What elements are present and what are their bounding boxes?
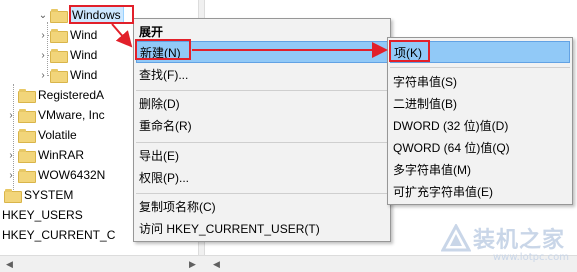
- tree-node[interactable]: › Wind: [38, 25, 97, 45]
- folder-icon: [18, 109, 36, 123]
- tree-node[interactable]: HKEY_CURRENT_C: [2, 225, 115, 245]
- submenu-item-multi-string-value[interactable]: 多字符串值(M): [390, 159, 570, 181]
- expand-chevron-icon[interactable]: ›: [38, 70, 48, 81]
- folder-icon: [18, 149, 36, 163]
- tree-node[interactable]: › VMware, Inc: [6, 105, 105, 125]
- submenu-item-dword-value[interactable]: DWORD (32 位)值(D): [390, 115, 570, 137]
- expand-chevron-icon[interactable]: ›: [6, 150, 16, 161]
- submenu-item-qword-value[interactable]: QWORD (64 位)值(Q): [390, 137, 570, 159]
- menu-item-find[interactable]: 查找(F)...: [136, 64, 388, 86]
- tree-node[interactable]: RegisteredA: [6, 85, 104, 105]
- expand-chevron-icon[interactable]: ›: [0, 190, 2, 201]
- folder-icon: [50, 29, 68, 43]
- menu-separator: [136, 193, 388, 194]
- menu-item-visit[interactable]: 访问 HKEY_CURRENT_USER(T): [136, 218, 388, 240]
- menu-separator: [136, 142, 388, 143]
- menu-separator: [390, 67, 570, 68]
- folder-icon: [50, 9, 68, 23]
- submenu-arrow-icon: ›: [376, 48, 379, 58]
- submenu-item-expandable-string-value[interactable]: 可扩充字符串值(E): [390, 181, 570, 203]
- menu-separator: [136, 90, 388, 91]
- folder-icon: [50, 69, 68, 83]
- folder-icon: [4, 189, 22, 203]
- menu-item-rename[interactable]: 重命名(R): [136, 115, 388, 137]
- watermark: 装机之家 www.lotpc.com: [437, 218, 577, 272]
- tree-node[interactable]: › Wind: [38, 65, 97, 85]
- expanded-chevron-icon[interactable]: ⌄: [38, 10, 48, 21]
- tree-node[interactable]: › Wind: [38, 45, 97, 65]
- tree-node[interactable]: › WinRAR: [6, 145, 84, 165]
- watermark-logo-icon: [441, 224, 471, 252]
- menu-item-export[interactable]: 导出(E): [136, 145, 388, 167]
- expand-chevron-icon[interactable]: ›: [38, 30, 48, 41]
- annotation-box-key: [389, 40, 430, 62]
- tree-node[interactable]: Volatile: [6, 125, 77, 145]
- scroll-right-icon[interactable]: ▶: [186, 258, 199, 271]
- tree-node[interactable]: HKEY_USERS: [2, 205, 83, 225]
- watermark-url: www.lotpc.com: [493, 252, 569, 263]
- submenu-item-string-value[interactable]: 字符串值(S): [390, 71, 570, 93]
- annotation-box-new: [135, 39, 191, 60]
- tree-node[interactable]: › SYSTEM: [0, 185, 73, 205]
- expand-chevron-icon[interactable]: ›: [6, 110, 16, 121]
- menu-item-delete[interactable]: 删除(D): [136, 93, 388, 115]
- scroll-left-icon[interactable]: ◀: [210, 258, 223, 271]
- tree-node[interactable]: › WOW6432N: [6, 165, 105, 185]
- folder-icon: [50, 49, 68, 63]
- folder-icon: [18, 89, 36, 103]
- new-submenu: 项(K) 字符串值(S) 二进制值(B) DWORD (32 位)值(D) QW…: [387, 37, 573, 205]
- menu-item-copy-key-name[interactable]: 复制项名称(C): [136, 196, 388, 218]
- folder-icon: [18, 169, 36, 183]
- submenu-item-binary-value[interactable]: 二进制值(B): [390, 93, 570, 115]
- expand-chevron-icon[interactable]: ›: [38, 50, 48, 61]
- expand-chevron-icon[interactable]: ›: [6, 170, 16, 181]
- watermark-name: 装机之家: [473, 228, 566, 253]
- annotation-box-windows: [69, 5, 134, 24]
- scroll-left-icon[interactable]: ◀: [3, 258, 16, 271]
- menu-item-permissions[interactable]: 权限(P)...: [136, 167, 388, 189]
- folder-icon: [18, 129, 36, 143]
